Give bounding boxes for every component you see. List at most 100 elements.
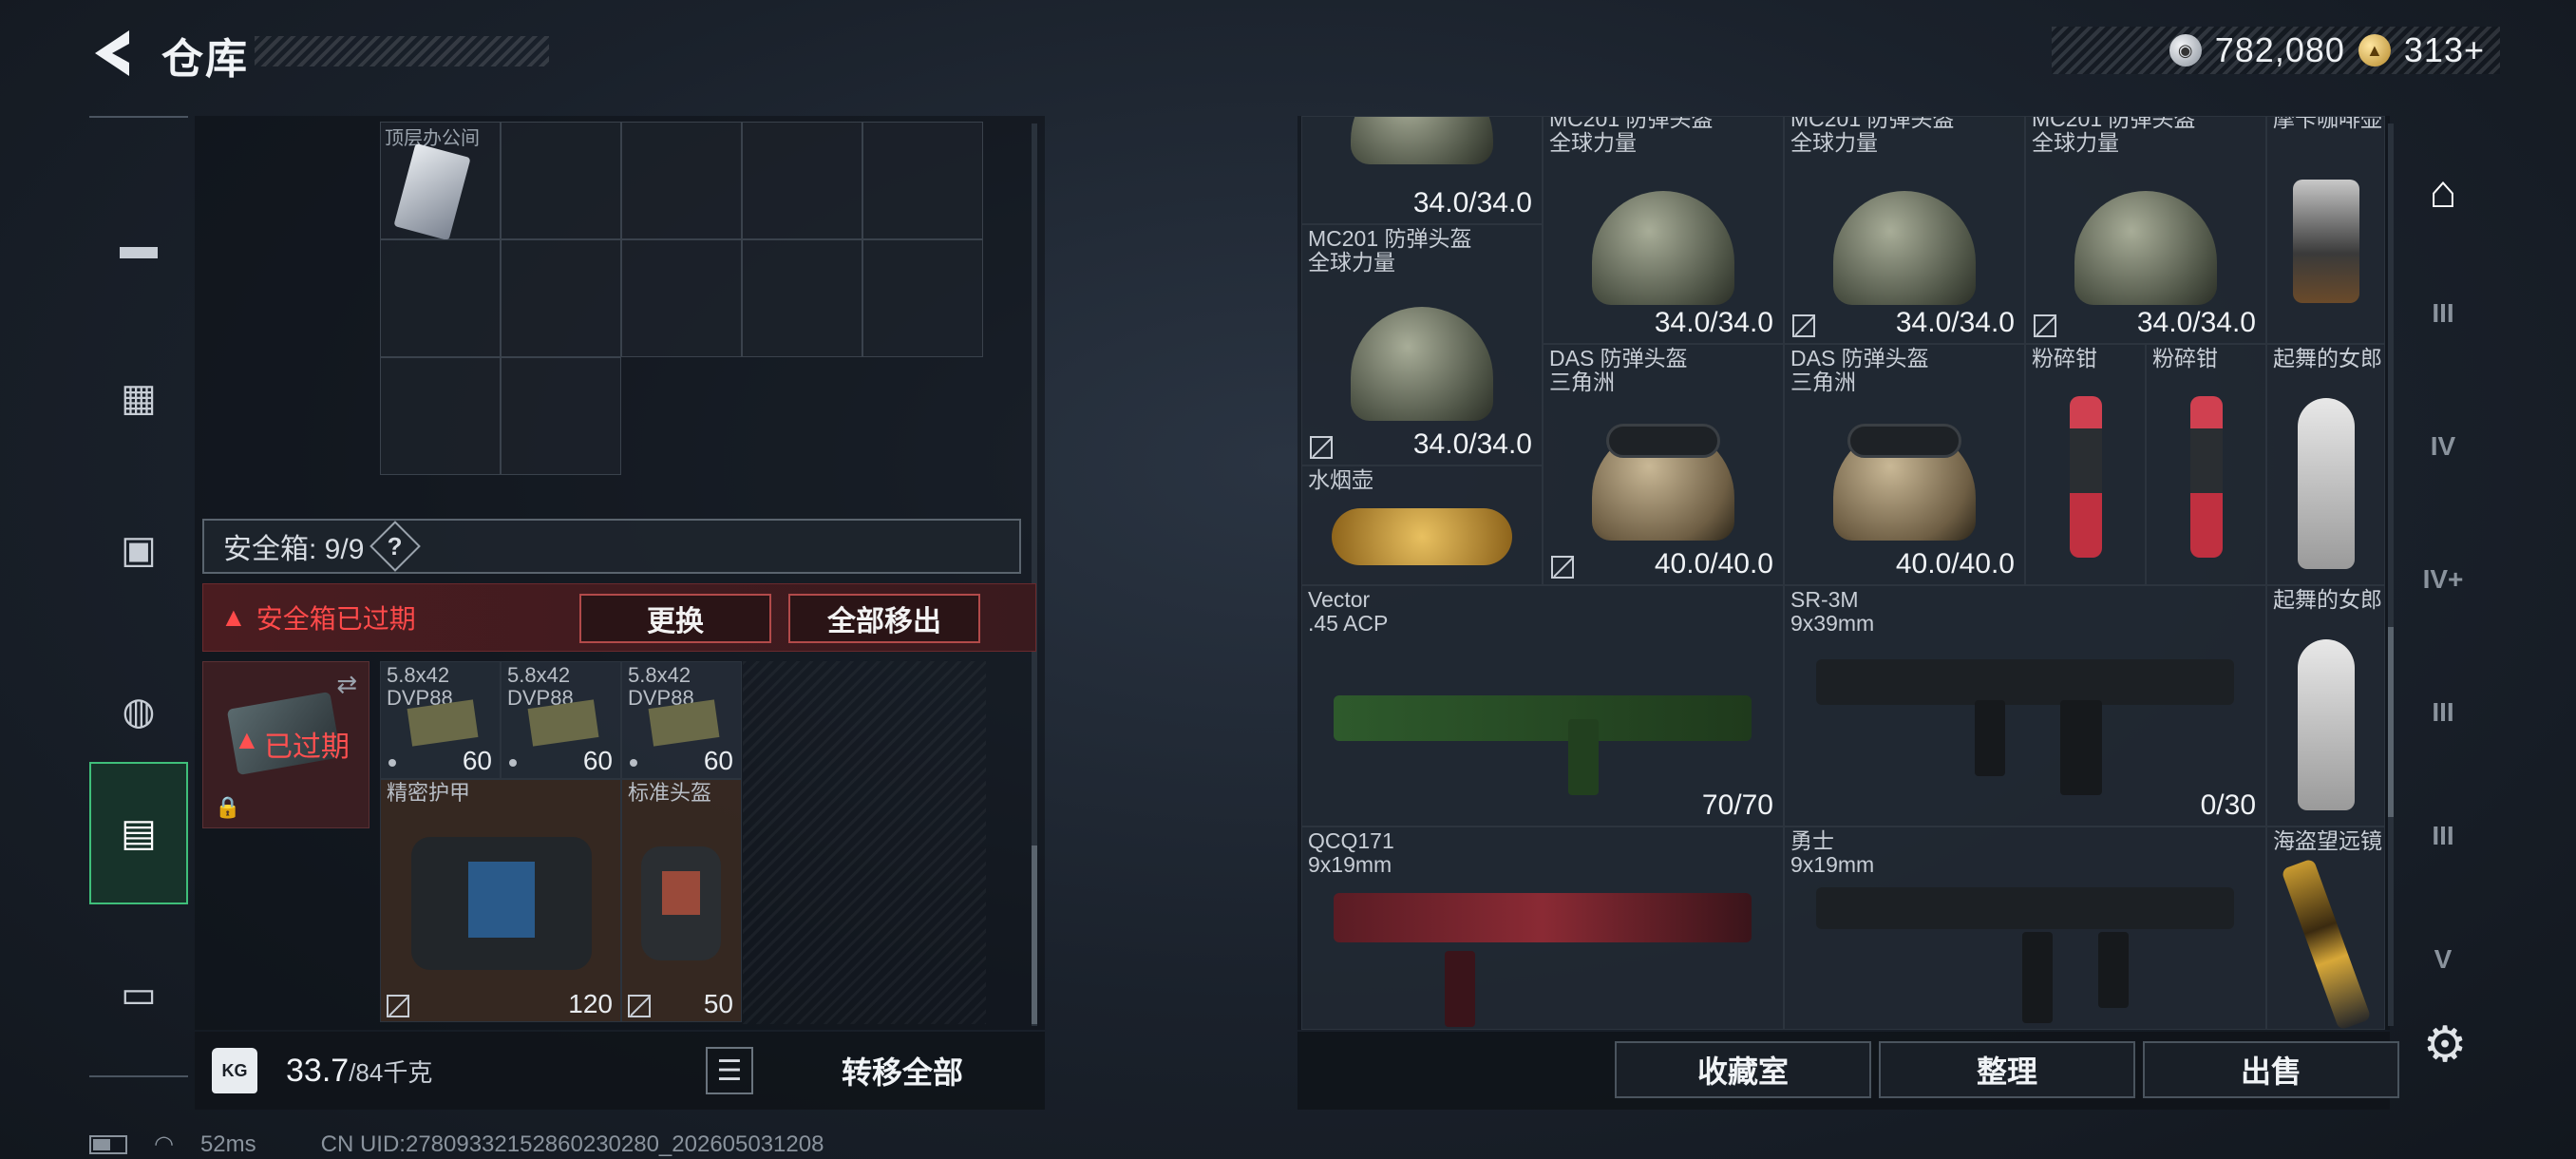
collection-button[interactable]: 收藏室	[1615, 1041, 1871, 1098]
currency-bar: ◉ 782,080 ▲ 313+	[2052, 27, 2500, 74]
stash-item[interactable]: SR-3M 9x39mm 0/30	[1784, 585, 2266, 826]
back-button[interactable]	[87, 27, 144, 80]
gun-icon	[1334, 893, 1752, 943]
stash-tab-4-icon: IV	[2430, 431, 2456, 461]
toolbox-icon: ▭	[121, 974, 157, 1016]
stash-item[interactable]: 粉碎钳	[2146, 344, 2266, 585]
stash-item[interactable]: MC201 防弹头盔 全球力量 34.0/34.0	[1301, 224, 1543, 466]
item-name: QCQ171 9x19mm	[1308, 828, 1394, 877]
keycard-icon	[393, 142, 471, 241]
no-insurance-icon	[1792, 314, 1815, 337]
stash-tab-3[interactable]: IV	[2405, 408, 2481, 484]
item-durability: 40.0/40.0	[1895, 548, 2015, 580]
item-name: MC201 防弹头盔 全球力量	[1790, 116, 1955, 155]
nav-weapons[interactable]: ▬	[89, 175, 188, 317]
stash-item[interactable]: 摩卡咖啡壶	[2266, 116, 2385, 344]
stash-item[interactable]: 34.0/34.0	[1301, 116, 1543, 224]
grid-cell[interactable]	[501, 122, 621, 239]
expired-warning-bar: ▲ 安全箱已过期 更换 全部移出	[202, 583, 1036, 652]
item-durability: 40.0/40.0	[1654, 548, 1773, 580]
help-icon: ?	[388, 531, 404, 560]
helmet-icon	[1351, 117, 1493, 164]
pliers-icon	[2189, 395, 2223, 558]
grid-cell[interactable]	[380, 239, 501, 357]
help-button[interactable]: ?	[369, 521, 422, 572]
ammo-item[interactable]: 5.8x42 DVP88 60	[380, 661, 501, 779]
stash-item[interactable]: MC201 防弹头盔 全球力量 34.0/34.0	[1784, 116, 2025, 344]
stash-tab-alert-icon: III	[2432, 697, 2454, 727]
nav-safe-box[interactable]: ▤	[89, 762, 188, 904]
grid-cell[interactable]	[380, 357, 501, 475]
safe-box-slot[interactable]: ▲ 已过期 🔒 ⇄	[202, 661, 369, 828]
grid-cell-item[interactable]: 顶层办公间	[380, 122, 501, 241]
lock-icon: 🔒	[215, 795, 241, 819]
stash-item[interactable]: 起舞的女郎	[2266, 585, 2385, 826]
stash-tab-5[interactable]: III	[2405, 798, 2481, 874]
stash-tabs: ⌂ III IV IV+ III III V	[2397, 142, 2489, 1026]
weight-current: 33.7	[286, 1052, 350, 1089]
remove-all-button[interactable]: 全部移出	[788, 594, 980, 643]
stash-item[interactable]: DAS 防弹头盔 三角洲 40.0/40.0	[1543, 344, 1784, 585]
gun-icon: ▬	[120, 224, 158, 267]
stash-item[interactable]: 起舞的女郎	[2266, 344, 2385, 585]
organize-button[interactable]: 整理	[1879, 1041, 2135, 1098]
battery-icon	[89, 1134, 127, 1154]
item-qty: 60	[582, 746, 613, 775]
replace-button[interactable]: 更换	[579, 594, 771, 643]
dot-icon	[388, 759, 396, 767]
stash-tab-1[interactable]: ⌂	[2405, 154, 2481, 230]
nav-vest[interactable]: ▦	[89, 327, 188, 469]
grid-cell[interactable]	[742, 122, 862, 239]
gold-amount[interactable]: 313+	[2404, 30, 2485, 70]
stash-item[interactable]: 海盗望远镜	[2266, 826, 2385, 1030]
grid-cell[interactable]	[742, 239, 862, 357]
right-scrollbar-track	[2388, 124, 2394, 1026]
wifi-icon: ◠	[154, 1131, 174, 1157]
right-scrollbar[interactable]	[2388, 627, 2394, 817]
coffee-pot-icon	[2292, 179, 2359, 303]
list-view-button[interactable]: ☰	[706, 1047, 753, 1094]
item-name: 勇士 9x19mm	[1790, 828, 1875, 877]
left-scrollbar[interactable]	[1032, 846, 1037, 1024]
grid-cell[interactable]	[621, 239, 742, 357]
dot-icon	[509, 759, 517, 767]
item-name: DAS 防弹头盔 三角洲	[1549, 346, 1688, 394]
stash-tab-2[interactable]: III	[2405, 276, 2481, 352]
settings-button[interactable]: ⚙	[2418, 1017, 2472, 1073]
stash-item[interactable]: 勇士 9x19mm	[1784, 826, 2266, 1030]
grid-cell[interactable]	[862, 239, 983, 357]
item-qty: 60	[703, 746, 733, 775]
grid-cell[interactable]	[862, 122, 983, 239]
ammo-item[interactable]: 5.8x42 DVP88 60	[621, 661, 742, 779]
ammo-item[interactable]: 5.8x42 DVP88 60	[501, 661, 621, 779]
stash-item[interactable]: 水烟壶	[1301, 466, 1543, 585]
stash-item[interactable]: MC201 防弹头盔 全球力量 34.0/34.0	[2025, 116, 2266, 344]
nav-toolbox[interactable]: ▭	[89, 923, 188, 1066]
grid-cell[interactable]	[621, 122, 742, 239]
expired-badge: 已过期	[264, 732, 350, 763]
stash-item[interactable]: 粉碎钳	[2025, 344, 2146, 585]
item-durability: 34.0/34.0	[1412, 187, 1532, 218]
item-name: SR-3M 9x39mm	[1790, 587, 1875, 636]
armor-item[interactable]: 精密护甲 120	[380, 779, 621, 1022]
no-insurance-icon	[2034, 314, 2056, 337]
stash-tab-6[interactable]: V	[2405, 922, 2481, 998]
helmet-icon	[2074, 191, 2217, 306]
stash-item[interactable]: Vector .45 ACP 70/70	[1301, 585, 1784, 826]
stash-item[interactable]: QCQ171 9x19mm	[1301, 826, 1784, 1030]
item-name: MC201 防弹头盔 全球力量	[1308, 226, 1472, 275]
nav-backpack[interactable]: ▣	[89, 479, 188, 621]
grid-cell[interactable]	[501, 239, 621, 357]
sell-button[interactable]: 出售	[2143, 1041, 2399, 1098]
item-name: 起舞的女郎	[2273, 346, 2382, 370]
silver-coin-icon: ◉	[2169, 34, 2202, 66]
stash-item[interactable]: DAS 防弹头盔 三角洲 40.0/40.0	[1784, 344, 2025, 585]
stash-item[interactable]: MC201 防弹头盔 全球力量 34.0/34.0	[1543, 116, 1784, 344]
bag-icon: ◍	[122, 691, 156, 732]
stash-tab-add-icon: IV+	[2422, 564, 2464, 594]
transfer-all-button[interactable]: 转移全部	[774, 1043, 1031, 1098]
stash-tab-4[interactable]: III	[2405, 674, 2481, 750]
helmet-item[interactable]: 标准头盔 50	[621, 779, 742, 1022]
stash-tab-add[interactable]: IV+	[2405, 542, 2481, 618]
grid-cell[interactable]	[501, 357, 621, 475]
